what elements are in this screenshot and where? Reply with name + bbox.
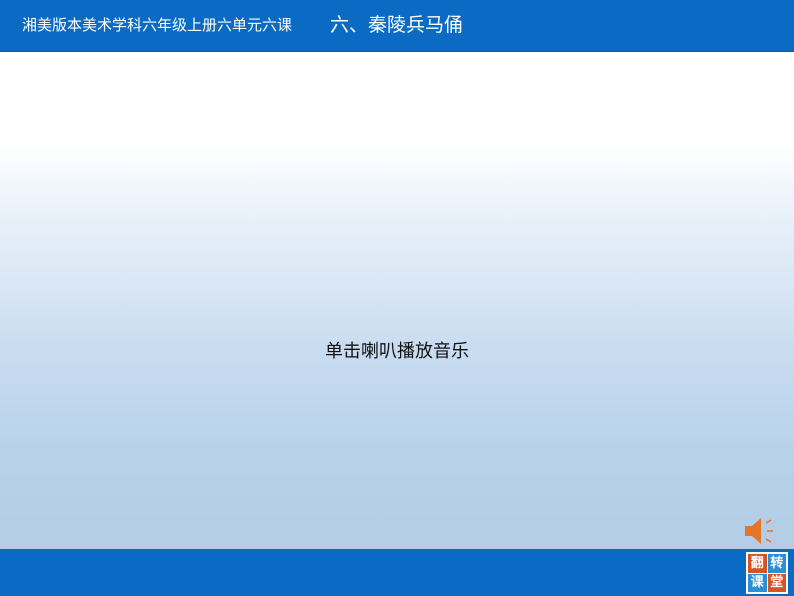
course-label: 湘美版本美术学科六年级上册六单元六课 [22,16,293,34]
logo-char: 堂 [767,573,786,592]
play-instruction: 单击喇叭播放音乐 [325,341,469,362]
logo-char: 课 [748,573,767,592]
header-bar: 湘美版本美术学科六年级上册六单元六课 六、秦陵兵马俑 [0,0,794,52]
footer-bar [0,549,794,596]
slide-content: 单击喇叭播放音乐 [0,52,794,549]
slide-page: 湘美版本美术学科六年级上册六单元六课 六、秦陵兵马俑 单击喇叭播放音乐 翻 转 … [0,0,794,596]
flip-classroom-logo: 翻 转 课 堂 [746,552,788,594]
logo-char: 转 [767,554,786,573]
speaker-icon[interactable] [742,514,782,548]
lesson-title: 六、秦陵兵马俑 [330,14,464,36]
logo-char: 翻 [748,554,767,573]
